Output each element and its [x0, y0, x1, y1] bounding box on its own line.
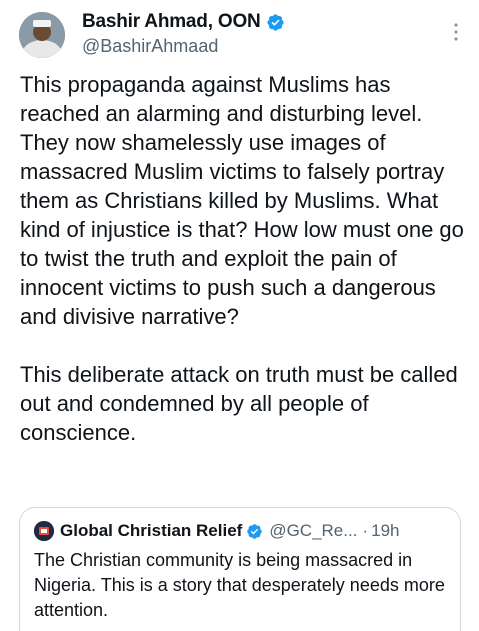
verified-badge-icon [266, 13, 284, 31]
tweet-text: This propaganda against Muslims has reac… [20, 72, 464, 445]
avatar[interactable] [19, 12, 65, 58]
quoted-display-name[interactable]: Global Christian Relief [60, 521, 242, 541]
quoted-handle[interactable]: @GC_Re... [269, 521, 357, 541]
avatar-image [19, 12, 65, 58]
author-handle[interactable]: @BashirAhmaad [82, 36, 218, 57]
quoted-timestamp[interactable]: 19h [371, 521, 399, 541]
author-display-name[interactable]: Bashir Ahmad, OON [82, 11, 261, 33]
more-options-icon[interactable] [453, 22, 459, 42]
quoted-verified-badge-icon [247, 523, 263, 539]
quoted-tweet[interactable]: Global Christian Relief @GC_Re... · 19h … [19, 507, 461, 631]
quoted-avatar-image [34, 521, 54, 541]
quoted-separator: · [362, 521, 369, 540]
tweet-header: Bashir Ahmad, OON @BashirAhmaad [19, 8, 459, 64]
quoted-tweet-text: The Christian community is being massacr… [34, 550, 445, 620]
quoted-avatar [34, 521, 54, 541]
quoted-tweet-header: Global Christian Relief @GC_Re... · 19h [34, 520, 448, 542]
author-name-row[interactable]: Bashir Ahmad, OON [82, 11, 285, 33]
